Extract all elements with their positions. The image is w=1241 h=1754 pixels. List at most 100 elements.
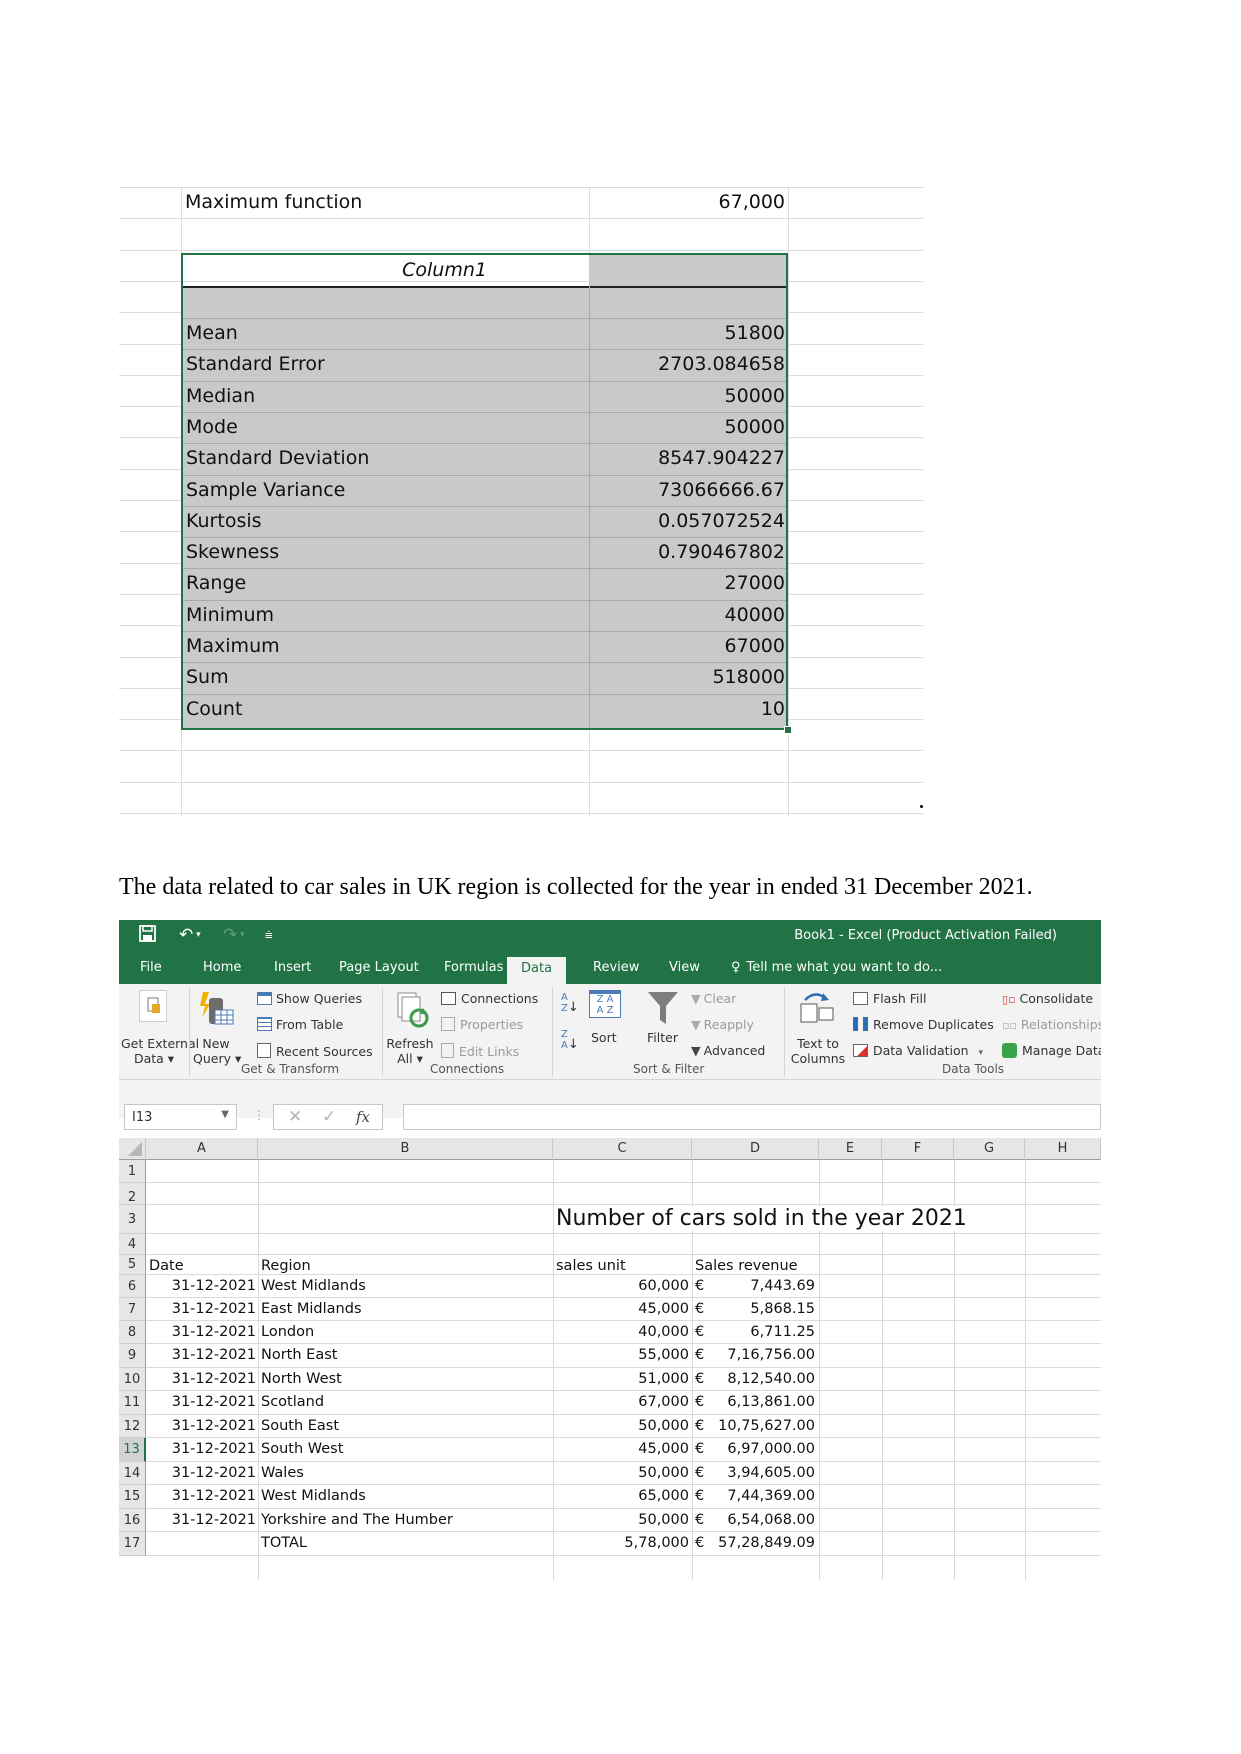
get-external-data-button[interactable]: Get External Data ▾ — [121, 1036, 199, 1066]
stat-label: Sample Variance — [186, 479, 346, 501]
cell-region: North West — [261, 1371, 342, 1387]
save-icon[interactable] — [139, 925, 156, 947]
filter-button[interactable]: Filter — [647, 1030, 678, 1045]
cell-sales-unit: 45,000 — [638, 1301, 689, 1317]
stat-label: Skewness — [186, 541, 280, 563]
connections-button[interactable]: Connections — [441, 991, 538, 1006]
tab-formulas[interactable]: Formulas — [444, 960, 503, 975]
remove-duplicates-button[interactable]: Remove Duplicates — [853, 1017, 994, 1032]
name-box[interactable]: I13 ▼ — [124, 1104, 237, 1130]
cell-sales-unit: 65,000 — [638, 1488, 689, 1504]
formula-input[interactable] — [403, 1104, 1101, 1130]
advanced-filter-icon: ▼ — [691, 1043, 701, 1058]
consolidate-icon: ▯▫ — [1002, 993, 1016, 1006]
refresh-all-button[interactable]: Refresh All ▾ — [385, 1036, 435, 1066]
clear-filter-icon: ▼ — [691, 991, 701, 1006]
gridline — [788, 187, 789, 816]
gridline — [119, 813, 923, 814]
column-header-b[interactable]: B — [258, 1138, 553, 1160]
row-header-10[interactable]: 10 — [119, 1368, 146, 1391]
row-header-1[interactable]: 1 — [119, 1160, 146, 1183]
confirm-entry-icon[interactable]: ✓ — [322, 1107, 336, 1127]
sort-button[interactable]: Sort — [591, 1030, 617, 1045]
row-header-8[interactable]: 8 — [119, 1321, 146, 1344]
show-queries-button[interactable]: Show Queries — [257, 991, 362, 1006]
column-header-c[interactable]: C — [553, 1138, 692, 1160]
stat-label: Sum — [186, 666, 229, 688]
new-query-button[interactable]: New Query ▾ — [193, 1036, 241, 1066]
row-header-17[interactable]: 17 — [119, 1532, 146, 1556]
lightbulb-icon: ♀ — [731, 960, 741, 975]
column-header-a[interactable]: A — [146, 1138, 258, 1160]
stat-value: 67000 — [724, 635, 785, 657]
data-validation-icon — [853, 1044, 868, 1057]
row-header-6[interactable]: 6 — [119, 1275, 146, 1298]
group-separator — [784, 988, 785, 1076]
row-header-16[interactable]: 16 — [119, 1509, 146, 1532]
tab-home[interactable]: Home — [203, 960, 241, 975]
from-table-button[interactable]: From Table — [257, 1017, 343, 1032]
data-validation-button[interactable]: Data Validation ▾ — [853, 1043, 983, 1061]
consolidate-button[interactable]: ▯▫ Consolidate — [1002, 991, 1093, 1007]
tab-data[interactable]: Data — [507, 957, 567, 984]
descriptive-stats-table[interactable]: Column1 Mean 51800 Standard Error 2703.08465… — [181, 253, 792, 734]
manage-data-model-button[interactable]: Manage Data — [1002, 1043, 1101, 1058]
row-header-11[interactable]: 11 — [119, 1391, 146, 1415]
undo-icon[interactable]: ↶ ▾ — [179, 925, 201, 945]
gridline — [146, 1254, 1101, 1255]
gridline — [146, 1437, 1101, 1438]
row-header-7[interactable]: 7 — [119, 1298, 146, 1321]
select-all-corner[interactable] — [119, 1138, 146, 1160]
cancel-entry-icon[interactable]: ✕ — [288, 1107, 302, 1127]
row-header-4[interactable]: 4 — [119, 1234, 146, 1255]
name-box-dropdown-icon[interactable]: ▼ — [221, 1109, 229, 1120]
row-header-5[interactable]: 5 — [119, 1255, 146, 1275]
tab-page-layout[interactable]: Page Layout — [339, 960, 419, 975]
cell-region: South West — [261, 1441, 344, 1457]
edit-links-button[interactable]: Edit Links — [441, 1043, 519, 1059]
recent-sources-button[interactable]: Recent Sources — [257, 1043, 373, 1059]
header-fill — [589, 255, 786, 286]
redo-icon[interactable]: ↷ ▾ — [223, 925, 245, 945]
fill-handle[interactable] — [784, 726, 792, 734]
tell-me-search[interactable]: ♀ Tell me what you want to do... — [731, 960, 942, 975]
column-header-g[interactable]: G — [954, 1138, 1025, 1160]
customize-quick-access-icon[interactable]: ⩧ — [265, 928, 273, 943]
gridline — [146, 1320, 1101, 1321]
row-header-12[interactable]: 12 — [119, 1415, 146, 1438]
tab-review[interactable]: Review — [593, 960, 639, 975]
relationships-icon: ▫▫ — [1002, 1019, 1017, 1032]
header-sales-unit: sales unit — [556, 1258, 626, 1274]
stat-value: 51800 — [724, 322, 785, 344]
row-header-13[interactable]: 13 — [119, 1438, 146, 1462]
tab-insert[interactable]: Insert — [274, 960, 311, 975]
row-header-3[interactable]: 3 — [119, 1205, 146, 1234]
advanced-filter-button[interactable]: ▼ Advanced — [691, 1043, 765, 1058]
text-to-columns-button[interactable]: Text to Columns — [789, 1036, 847, 1066]
tab-view[interactable]: View — [669, 960, 700, 975]
row-header-9[interactable]: 9 — [119, 1344, 146, 1368]
cell-date: 31-12-2021 — [171, 1324, 256, 1340]
relationships-button[interactable]: ▫▫ Relationships — [1002, 1017, 1101, 1033]
sort-a-to-z-icon[interactable]: A Z↓ — [561, 993, 579, 1015]
reapply-filter-button[interactable]: ▼ Reapply — [691, 1017, 754, 1032]
row-header-2[interactable]: 2 — [119, 1183, 146, 1205]
cell-date: 31-12-2021 — [171, 1512, 256, 1528]
column-header-h[interactable]: H — [1025, 1138, 1101, 1160]
stat-value: 27000 — [724, 572, 785, 594]
reapply-icon: ▼ — [691, 1017, 701, 1032]
excel-window: ↶ ▾ ↷ ▾ ⩧ Book1 - Excel (Product Activat… — [119, 920, 1101, 1580]
column-header-f[interactable]: F — [882, 1138, 954, 1160]
clear-filter-button[interactable]: ▼ Clear — [691, 991, 736, 1006]
stat-label: Mean — [186, 322, 238, 344]
insert-function-icon[interactable]: fx — [356, 1108, 370, 1126]
properties-button[interactable]: Properties — [441, 1017, 523, 1032]
column-header-e[interactable]: E — [819, 1138, 882, 1160]
flash-fill-button[interactable]: Flash Fill — [853, 991, 926, 1006]
row-header-14[interactable]: 14 — [119, 1462, 146, 1485]
sort-z-to-a-icon[interactable]: Z A↓ — [561, 1030, 579, 1052]
row-header-15[interactable]: 15 — [119, 1485, 146, 1509]
cell-region: West Midlands — [261, 1488, 366, 1504]
column-header-d[interactable]: D — [692, 1138, 819, 1160]
tab-file[interactable]: File — [140, 960, 162, 975]
